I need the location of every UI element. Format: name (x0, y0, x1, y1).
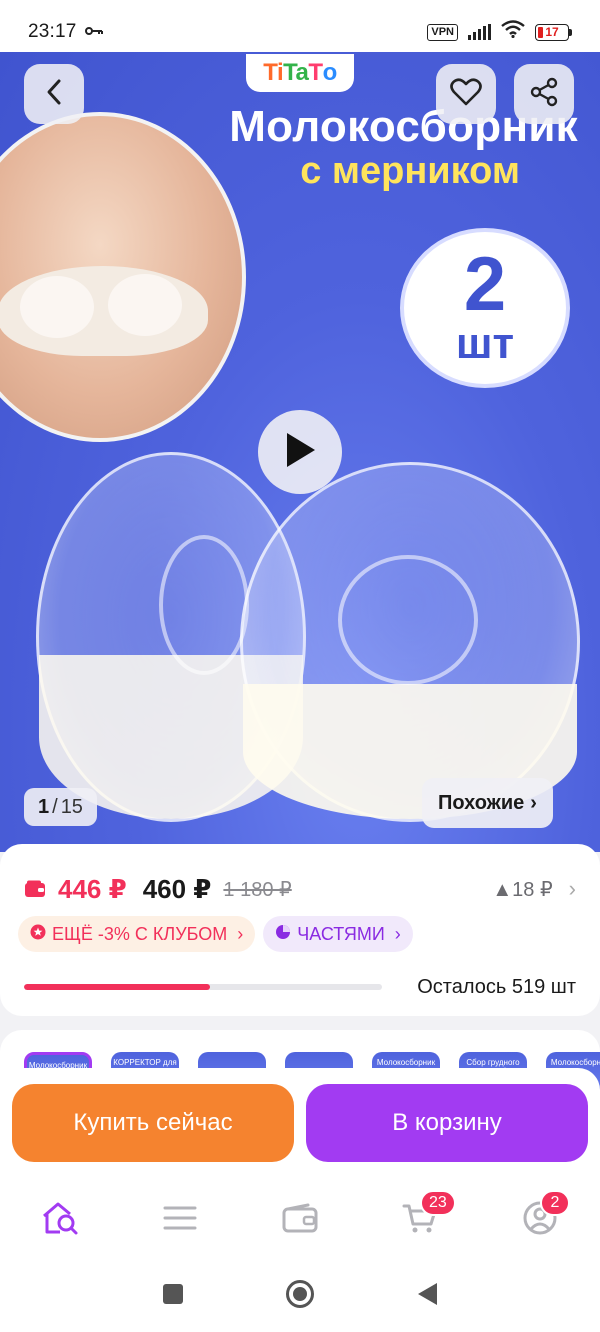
image-counter-total: 15 (60, 795, 83, 818)
installments-chip[interactable]: ЧАСТЯМИ › (263, 916, 413, 952)
battery-level: 17 (545, 25, 559, 39)
menu-icon (163, 1205, 197, 1236)
hero-subtitle: с мерником (300, 150, 520, 192)
battery-icon: 17 (535, 23, 572, 41)
brand-logo: Ti Ta To (246, 54, 354, 92)
add-to-cart-button[interactable]: В корзину (306, 1084, 588, 1162)
pie-chart-icon (275, 924, 291, 945)
chevron-right-icon: › (237, 923, 244, 944)
play-icon (283, 431, 317, 474)
nav-profile[interactable]: 2 (510, 1190, 570, 1250)
image-counter-current: 1 (38, 795, 50, 818)
chevron-right-icon: › (394, 923, 401, 944)
price-card: 446 ₽ 460 ₽ 1 180 ₽ ▲18 ₽ › ЕЩЁ -3% С КЛ… (0, 844, 600, 1016)
old-price: 1 180 ₽ (223, 878, 292, 901)
milk-collector-shell-right (240, 462, 580, 822)
heart-icon (450, 77, 482, 111)
current-price: 460 ₽ (142, 873, 212, 904)
chevron-right-icon: › (568, 876, 576, 901)
status-time: 23:17 (28, 21, 77, 42)
club-discount-chip[interactable]: ЕЩЁ -3% С КЛУБОМ › (18, 916, 256, 952)
back-nav-button[interactable] (415, 1281, 439, 1312)
stock-remaining: Осталось 519 шт (417, 975, 576, 998)
club-price: 446 ₽ (58, 873, 127, 904)
image-counter-separator: / (52, 795, 58, 818)
wifi-icon (501, 20, 525, 44)
home-button[interactable] (285, 1279, 315, 1314)
installments-label: ЧАСТЯМИ (297, 923, 385, 944)
buy-now-button[interactable]: Купить сейчас (12, 1084, 294, 1162)
profile-badge: 2 (540, 1190, 570, 1216)
status-indicators: VPN 17 (427, 20, 572, 44)
stock-progress-fill (24, 984, 211, 990)
model-photo (0, 112, 246, 442)
vpn-badge: VPN (427, 23, 458, 41)
price-row[interactable]: 446 ₽ 460 ₽ 1 180 ₽ ▲18 ₽ › (24, 872, 576, 906)
price-change[interactable]: ▲18 ₽ › (492, 876, 576, 902)
product-image-gallery[interactable]: Ti Ta To Молокосборник с мерником 2 шт 1… (0, 52, 600, 852)
quantity-badge: 2 шт (400, 228, 570, 388)
thumbnail-label: Молокосборник (376, 1058, 436, 1067)
quantity-unit: шт (455, 319, 515, 368)
home-search-icon (40, 1200, 80, 1241)
system-navigation (0, 1260, 600, 1332)
wallet-icon (24, 880, 46, 898)
club-discount-label: ЕЩЁ -3% С КЛУБОМ (52, 923, 228, 944)
stock-row: Осталось 519 шт (24, 972, 576, 1002)
play-video-button[interactable] (258, 410, 342, 494)
thumbnail-label: Молокосборник (550, 1058, 600, 1067)
nav-wallet[interactable] (270, 1190, 330, 1250)
back-button[interactable] (24, 64, 84, 124)
image-counter: 1 / 15 (24, 788, 97, 826)
chevron-right-icon: › (530, 791, 537, 814)
share-icon (529, 77, 559, 112)
similar-products-button[interactable]: Похожие › (422, 778, 553, 828)
product-page: 23:17 VPN 17 Ti Ta To Молокосборник с ме… (0, 0, 600, 1332)
similar-label: Похожие (438, 791, 525, 814)
nav-cart[interactable]: 23 (390, 1190, 456, 1250)
recent-apps-button[interactable] (161, 1282, 185, 1311)
promo-chips: ЕЩЁ -3% С КЛУБОМ › ЧАСТЯМИ › (18, 916, 413, 952)
wallet-icon (282, 1203, 318, 1238)
bottom-navigation: 23 2 (0, 1180, 600, 1260)
share-button[interactable] (514, 64, 574, 124)
price-change-value: ▲18 ₽ (492, 878, 553, 901)
key-icon (84, 23, 103, 41)
stock-progress-bar (24, 984, 382, 990)
action-bar: Купить сейчас В корзину (0, 1068, 600, 1180)
chevron-left-icon (43, 78, 65, 111)
nav-home[interactable] (30, 1190, 90, 1250)
quantity-number: 2 (463, 242, 507, 327)
signal-icon (468, 24, 491, 40)
nav-catalog[interactable] (150, 1190, 210, 1250)
favorite-button[interactable] (436, 64, 496, 124)
star-badge-icon (30, 924, 46, 945)
cart-badge: 23 (420, 1190, 456, 1216)
